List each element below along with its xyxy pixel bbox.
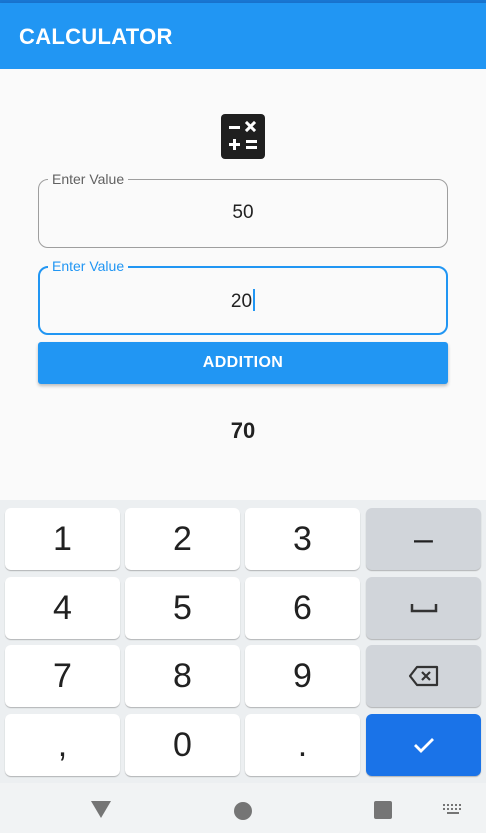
key-comma[interactable]: , <box>5 714 120 776</box>
first-value-field[interactable]: Enter Value 50 <box>38 170 448 248</box>
nav-back-icon[interactable] <box>91 801 111 818</box>
key-4[interactable]: 4 <box>5 577 120 639</box>
app-title: CALCULATOR <box>19 24 173 49</box>
result-value: 70 <box>230 418 256 443</box>
calculator-icon <box>221 114 265 159</box>
second-value-input[interactable]: 20 <box>40 289 446 313</box>
backspace-icon <box>408 665 438 687</box>
key-done[interactable] <box>366 714 481 776</box>
main-content: Enter Value 50 Enter Value 20 ADDITION 7… <box>0 69 486 500</box>
second-value-label: Enter Value <box>48 257 129 275</box>
nav-home-icon[interactable] <box>234 802 252 820</box>
key-space[interactable] <box>366 577 481 639</box>
system-nav-bar <box>0 783 486 833</box>
app-bar: CALCULATOR <box>0 3 486 69</box>
second-value-field[interactable]: Enter Value 20 <box>38 257 448 335</box>
second-value-text: 20 <box>230 291 253 312</box>
addition-button[interactable]: ADDITION <box>38 342 448 384</box>
numeric-keyboard: 1 2 3 – 4 5 6 7 8 9 , 0 . <box>0 500 486 783</box>
key-7[interactable]: 7 <box>5 645 120 707</box>
key-minus[interactable]: – <box>366 508 481 570</box>
key-3[interactable]: 3 <box>245 508 360 570</box>
keyboard-switch-icon[interactable] <box>442 803 464 817</box>
key-9[interactable]: 9 <box>245 645 360 707</box>
key-backspace[interactable] <box>366 645 481 707</box>
first-value-label: Enter Value <box>48 170 129 188</box>
key-2[interactable]: 2 <box>125 508 240 570</box>
key-5[interactable]: 5 <box>125 577 240 639</box>
first-value-input[interactable]: 50 <box>39 202 447 224</box>
checkmark-icon <box>413 738 434 753</box>
key-6[interactable]: 6 <box>245 577 360 639</box>
key-1[interactable]: 1 <box>5 508 120 570</box>
key-8[interactable]: 8 <box>125 645 240 707</box>
space-icon <box>410 604 437 613</box>
nav-recents-icon[interactable] <box>374 801 392 819</box>
text-cursor <box>253 289 256 311</box>
key-period[interactable]: . <box>245 714 360 776</box>
key-0[interactable]: 0 <box>125 714 240 776</box>
